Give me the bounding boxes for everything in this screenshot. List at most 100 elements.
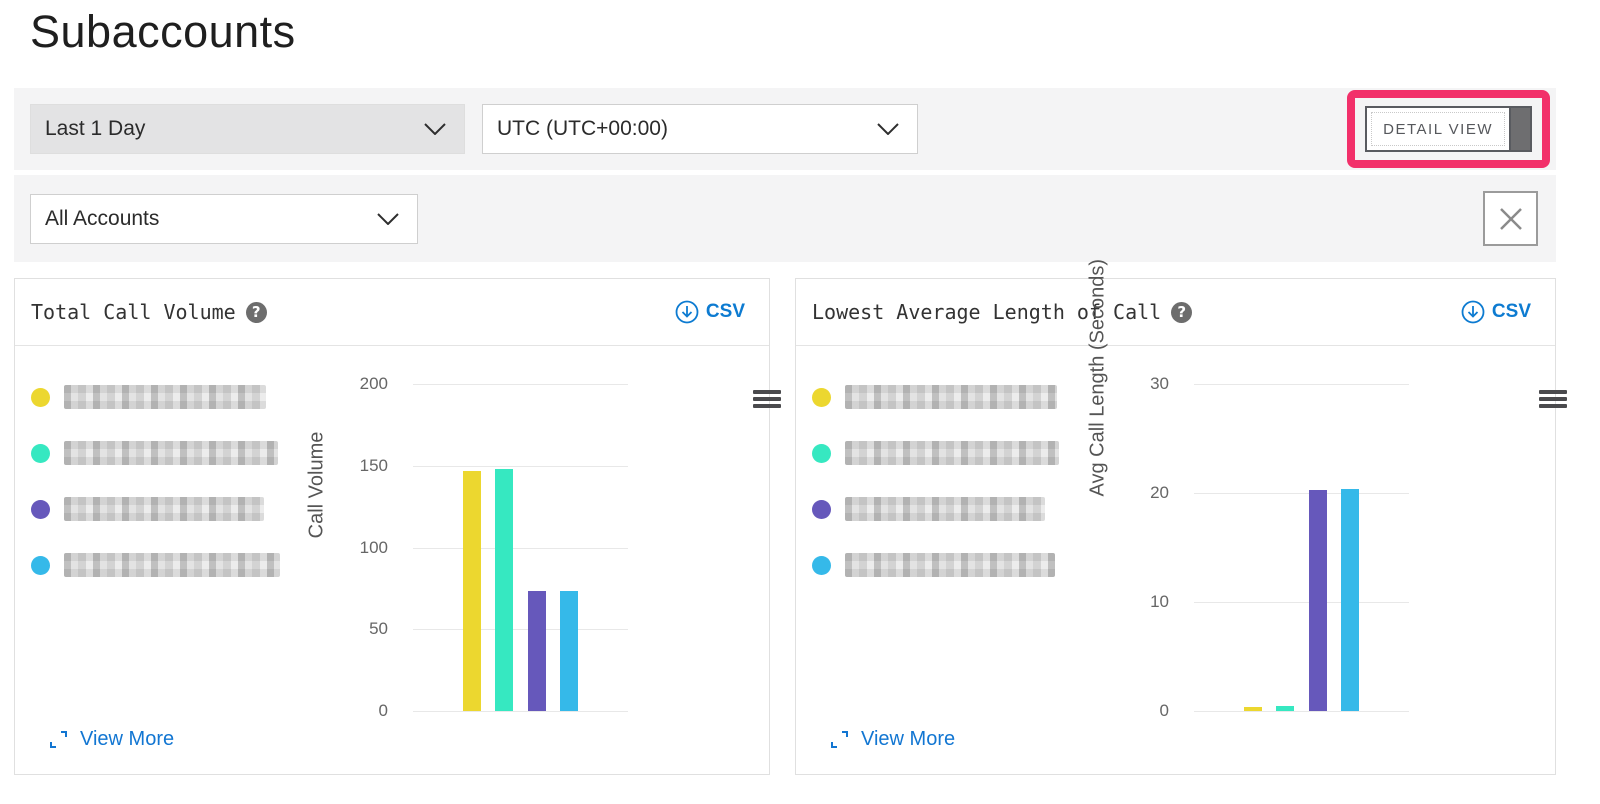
y-tick-label: 20 bbox=[1124, 483, 1169, 503]
date-range-select[interactable]: Last 1 Day bbox=[30, 104, 465, 154]
help-icon[interactable]: ? bbox=[246, 302, 267, 323]
view-more-label: View More bbox=[80, 728, 174, 751]
csv-download-link[interactable]: CSV bbox=[675, 300, 745, 324]
gridline bbox=[1194, 384, 1409, 385]
card-body: Call Volume 050100150200 View More bbox=[15, 346, 769, 775]
bar-series-1 bbox=[463, 471, 481, 711]
y-tick-label: 0 bbox=[1124, 701, 1169, 721]
close-filter-button[interactable] bbox=[1483, 191, 1538, 246]
detail-view-toggle[interactable]: DETAIL VIEW bbox=[1365, 106, 1532, 152]
bar-series-4 bbox=[560, 591, 578, 711]
card-body: Avg Call Length (Seconds) 0102030 View M… bbox=[796, 346, 1555, 775]
legend-dot bbox=[31, 444, 50, 463]
redacted-account-name bbox=[845, 385, 1057, 409]
download-circle-icon bbox=[1461, 300, 1485, 324]
download-circle-icon bbox=[675, 300, 699, 324]
gridline bbox=[413, 548, 628, 549]
account-filter-select[interactable]: All Accounts bbox=[30, 194, 418, 244]
redacted-account-name bbox=[845, 497, 1045, 521]
legend-item[interactable] bbox=[31, 496, 321, 522]
legend-dot bbox=[812, 444, 831, 463]
redacted-account-name bbox=[845, 441, 1059, 465]
legend-dot bbox=[31, 500, 50, 519]
cards-row: Total Call Volume ? CSV Call Volume 0501… bbox=[14, 278, 1556, 775]
legend-item[interactable] bbox=[31, 552, 321, 578]
redacted-account-name bbox=[64, 553, 280, 577]
y-tick-label: 10 bbox=[1124, 592, 1169, 612]
chevron-down-icon bbox=[877, 123, 899, 135]
bar-series-1 bbox=[1244, 707, 1262, 711]
gridline bbox=[413, 466, 628, 467]
y-axis-title: Call Volume bbox=[306, 431, 329, 538]
csv-label: CSV bbox=[1492, 301, 1531, 323]
legend-dot bbox=[812, 500, 831, 519]
detail-view-highlight: DETAIL VIEW bbox=[1347, 90, 1550, 168]
view-more-link[interactable]: View More bbox=[49, 728, 174, 751]
card-title: Total Call Volume bbox=[31, 300, 236, 324]
bar-series-3 bbox=[528, 591, 546, 711]
timezone-select[interactable]: UTC (UTC+00:00) bbox=[482, 104, 918, 154]
chart-menu-icon[interactable] bbox=[1539, 390, 1567, 408]
y-tick-label: 200 bbox=[343, 374, 388, 394]
card-lowest-avg-call-length: Lowest Average Length of Call ? CSV Avg … bbox=[795, 278, 1556, 775]
legend-item[interactable] bbox=[31, 384, 321, 410]
legend-item[interactable] bbox=[31, 440, 321, 466]
csv-label: CSV bbox=[706, 301, 745, 323]
chart-menu-icon[interactable] bbox=[753, 390, 781, 408]
csv-download-link[interactable]: CSV bbox=[1461, 300, 1531, 324]
date-range-value: Last 1 Day bbox=[45, 117, 145, 141]
card-header: Total Call Volume ? CSV bbox=[15, 279, 769, 346]
plot-area: 050100150200 bbox=[413, 384, 628, 711]
chevron-down-icon bbox=[377, 213, 399, 225]
legend-item[interactable] bbox=[812, 384, 1102, 410]
filter-bar-accounts: All Accounts bbox=[14, 175, 1556, 262]
card-header: Lowest Average Length of Call ? CSV bbox=[796, 279, 1555, 346]
account-filter-value: All Accounts bbox=[45, 207, 159, 231]
close-icon bbox=[1498, 206, 1524, 232]
chart-legend bbox=[796, 346, 1102, 775]
legend-dot bbox=[812, 388, 831, 407]
redacted-account-name bbox=[64, 385, 266, 409]
y-tick-label: 50 bbox=[343, 619, 388, 639]
view-more-label: View More bbox=[861, 728, 955, 751]
bar-series-2 bbox=[1276, 706, 1294, 711]
filter-bar-primary: Last 1 Day UTC (UTC+00:00) DETAIL VIEW bbox=[14, 88, 1556, 170]
gridline bbox=[413, 384, 628, 385]
help-icon[interactable]: ? bbox=[1171, 302, 1192, 323]
y-tick-label: 100 bbox=[343, 538, 388, 558]
expand-icon bbox=[830, 730, 849, 749]
card-total-call-volume: Total Call Volume ? CSV Call Volume 0501… bbox=[14, 278, 770, 775]
y-tick-label: 30 bbox=[1124, 374, 1169, 394]
toggle-handle[interactable] bbox=[1509, 108, 1530, 150]
plot-area: 0102030 bbox=[1194, 384, 1409, 711]
legend-dot bbox=[31, 388, 50, 407]
expand-icon bbox=[49, 730, 68, 749]
gridline bbox=[1194, 602, 1409, 603]
legend-dot bbox=[812, 556, 831, 575]
legend-item[interactable] bbox=[812, 440, 1102, 466]
bar-chart: Call Volume 050100150200 bbox=[321, 346, 769, 775]
page-title: Subaccounts bbox=[14, 0, 1556, 88]
legend-item[interactable] bbox=[812, 496, 1102, 522]
bar-series-2 bbox=[495, 469, 513, 711]
legend-dot bbox=[31, 556, 50, 575]
y-axis-title: Avg Call Length (Seconds) bbox=[1087, 258, 1110, 496]
redacted-account-name bbox=[845, 553, 1055, 577]
detail-view-label: DETAIL VIEW bbox=[1367, 108, 1509, 150]
bar-chart: Avg Call Length (Seconds) 0102030 bbox=[1102, 346, 1555, 775]
y-tick-label: 0 bbox=[343, 701, 388, 721]
redacted-account-name bbox=[64, 441, 278, 465]
bar-series-3 bbox=[1309, 490, 1327, 711]
gridline bbox=[413, 711, 628, 712]
gridline bbox=[413, 629, 628, 630]
gridline bbox=[1194, 493, 1409, 494]
gridline bbox=[1194, 711, 1409, 712]
legend-item[interactable] bbox=[812, 552, 1102, 578]
timezone-value: UTC (UTC+00:00) bbox=[497, 117, 668, 141]
view-more-link[interactable]: View More bbox=[830, 728, 955, 751]
redacted-account-name bbox=[64, 497, 264, 521]
bar-series-4 bbox=[1341, 489, 1359, 711]
chart-legend bbox=[15, 346, 321, 775]
y-tick-label: 150 bbox=[343, 456, 388, 476]
chevron-down-icon bbox=[424, 123, 446, 135]
